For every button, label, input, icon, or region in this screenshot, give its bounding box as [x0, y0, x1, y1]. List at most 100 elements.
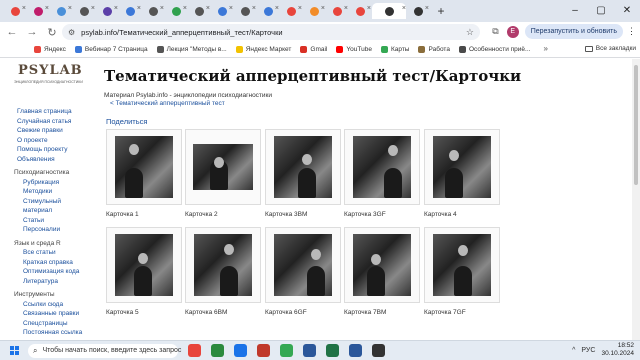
maximize-button[interactable]: ▢: [588, 0, 614, 22]
card-caption[interactable]: Карточка 3BM: [265, 211, 341, 218]
site-logo[interactable]: PSYLAB ЭНЦИКЛОПЕДИЯ ПСИХОДИАГНОСТИКИ: [14, 59, 83, 87]
close-tab-icon[interactable]: ×: [229, 5, 233, 12]
browser-tab[interactable]: ×: [96, 3, 118, 19]
tat-card[interactable]: Карточка 5: [106, 227, 182, 316]
bookmark-item[interactable]: Gmail: [300, 46, 327, 53]
page-scrollbar[interactable]: [632, 59, 640, 340]
close-tab-icon[interactable]: ×: [68, 5, 72, 12]
card-thumbnail-frame[interactable]: [185, 129, 261, 205]
address-bar[interactable]: ⚙ psylab.info/Тематический_апперцептивны…: [62, 24, 480, 40]
tat-card[interactable]: Карточка 7GF: [424, 227, 500, 316]
close-tab-icon[interactable]: ×: [137, 5, 141, 12]
bookmark-item[interactable]: YouTube: [336, 46, 372, 53]
card-caption[interactable]: Карточка 5: [106, 309, 182, 316]
extensions-icon[interactable]: ⧉: [492, 26, 498, 37]
card-thumbnail-frame[interactable]: [424, 227, 500, 303]
forward-button[interactable]: →: [24, 26, 40, 38]
avatar[interactable]: E: [506, 25, 519, 38]
close-tab-icon[interactable]: ×: [425, 5, 429, 12]
card-thumbnail-frame[interactable]: [344, 129, 420, 205]
bookmark-item[interactable]: Яндекс: [34, 46, 66, 53]
browser-tab[interactable]: ×: [372, 3, 406, 19]
close-tab-icon[interactable]: ×: [367, 5, 371, 12]
back-button[interactable]: ←: [4, 26, 20, 38]
sidebar-link[interactable]: Персоналии: [14, 225, 90, 235]
taskbar-app-icon[interactable]: [349, 344, 362, 357]
taskbar-app-icon[interactable]: [372, 344, 385, 357]
tat-card[interactable]: Карточка 3GF: [344, 129, 420, 218]
close-tab-icon[interactable]: ×: [275, 5, 279, 12]
browser-tab[interactable]: ×: [165, 3, 187, 19]
windows-start-icon[interactable]: [10, 345, 20, 356]
tat-card[interactable]: Карточка 6GF: [265, 227, 341, 316]
sidebar-link[interactable]: Стимульный: [14, 197, 90, 207]
card-thumbnail-frame[interactable]: [424, 129, 500, 205]
tat-card[interactable]: Карточка 4: [424, 129, 500, 218]
bookmarks-more-icon[interactable]: »: [544, 44, 548, 53]
browser-tab[interactable]: ×: [4, 3, 26, 19]
tat-card[interactable]: Карточка 3BM: [265, 129, 341, 218]
card-image[interactable]: [115, 136, 173, 198]
card-image[interactable]: [194, 234, 252, 296]
browser-tab[interactable]: ×: [407, 3, 429, 19]
taskbar-app-icon[interactable]: [280, 344, 293, 357]
sidebar-link[interactable]: Связанные правки: [14, 309, 90, 319]
card-caption[interactable]: Карточка 4: [424, 211, 500, 218]
browser-tab[interactable]: ×: [188, 3, 210, 19]
browser-tab[interactable]: ×: [303, 3, 325, 19]
close-tab-icon[interactable]: ×: [45, 5, 49, 12]
sidebar-link[interactable]: Все статьи: [14, 248, 90, 258]
clock[interactable]: 18:52 30.10.2024: [601, 342, 634, 358]
sidebar-link[interactable]: Постоянная ссылка: [14, 328, 90, 338]
share-link[interactable]: Поделиться: [106, 117, 147, 126]
browser-tab[interactable]: ×: [211, 3, 233, 19]
tat-card[interactable]: Карточка 1: [106, 129, 182, 218]
sidebar-link[interactable]: Статьи: [14, 216, 90, 226]
browser-tab[interactable]: ×: [234, 3, 256, 19]
menu-icon[interactable]: ⋮: [627, 26, 636, 37]
browser-tab[interactable]: ×: [142, 3, 164, 19]
close-tab-icon[interactable]: ×: [252, 5, 256, 12]
card-image[interactable]: [274, 234, 332, 296]
sidebar-link[interactable]: Ссылки сюда: [14, 300, 90, 310]
bookmark-item[interactable]: Работа: [418, 46, 450, 53]
card-image[interactable]: [433, 136, 491, 198]
bookmark-star-icon[interactable]: ☆: [466, 27, 474, 38]
bookmark-item[interactable]: Карты: [380, 46, 409, 53]
taskbar-app-icon[interactable]: [303, 344, 316, 357]
close-tab-icon[interactable]: ×: [114, 5, 118, 12]
browser-tab[interactable]: ×: [280, 3, 302, 19]
tat-card[interactable]: Карточка 7BM: [344, 227, 420, 316]
browser-tab[interactable]: ×: [73, 3, 95, 19]
sidebar-link[interactable]: Объявления: [14, 155, 90, 165]
close-tab-icon[interactable]: ×: [22, 5, 26, 12]
close-tab-icon[interactable]: ×: [298, 5, 302, 12]
browser-tab[interactable]: ×: [50, 3, 72, 19]
card-caption[interactable]: Карточка 3GF: [344, 211, 420, 218]
card-caption[interactable]: Карточка 7GF: [424, 309, 500, 316]
taskbar-search[interactable]: ⌕ Чтобы начать поиск, введите здесь запр…: [28, 343, 181, 358]
bookmark-item[interactable]: Особенности приё...: [458, 46, 530, 53]
reload-button[interactable]: ↻: [44, 26, 60, 39]
bookmark-item[interactable]: Яндекс Маркет: [235, 46, 291, 53]
tray-chevron-icon[interactable]: ^: [572, 347, 575, 354]
browser-tab[interactable]: ×: [326, 3, 348, 19]
close-tab-icon[interactable]: ×: [206, 5, 210, 12]
sidebar-link[interactable]: Помощь проекту: [14, 145, 90, 155]
taskbar-app-icon[interactable]: [188, 344, 201, 357]
card-image[interactable]: [115, 234, 173, 296]
close-tab-icon[interactable]: ×: [344, 5, 348, 12]
browser-tab[interactable]: ×: [349, 3, 371, 19]
new-tab-button[interactable]: +: [434, 4, 448, 18]
url-text[interactable]: psylab.info/Тематический_апперцептивный_…: [81, 28, 282, 37]
card-caption[interactable]: Карточка 6GF: [265, 309, 341, 316]
close-tab-icon[interactable]: ×: [160, 5, 164, 12]
card-image[interactable]: [353, 234, 411, 296]
close-tab-icon[interactable]: ×: [91, 5, 95, 12]
sidebar-link[interactable]: Оптимизация кода: [14, 267, 90, 277]
sidebar-link[interactable]: Свежие правки: [14, 126, 90, 136]
update-button[interactable]: Перезапустить и обновить: [524, 24, 623, 39]
language-indicator[interactable]: РУС: [581, 347, 595, 354]
close-tab-icon[interactable]: ×: [183, 5, 187, 12]
bookmark-item[interactable]: Лекция "Методы в...: [156, 46, 227, 53]
